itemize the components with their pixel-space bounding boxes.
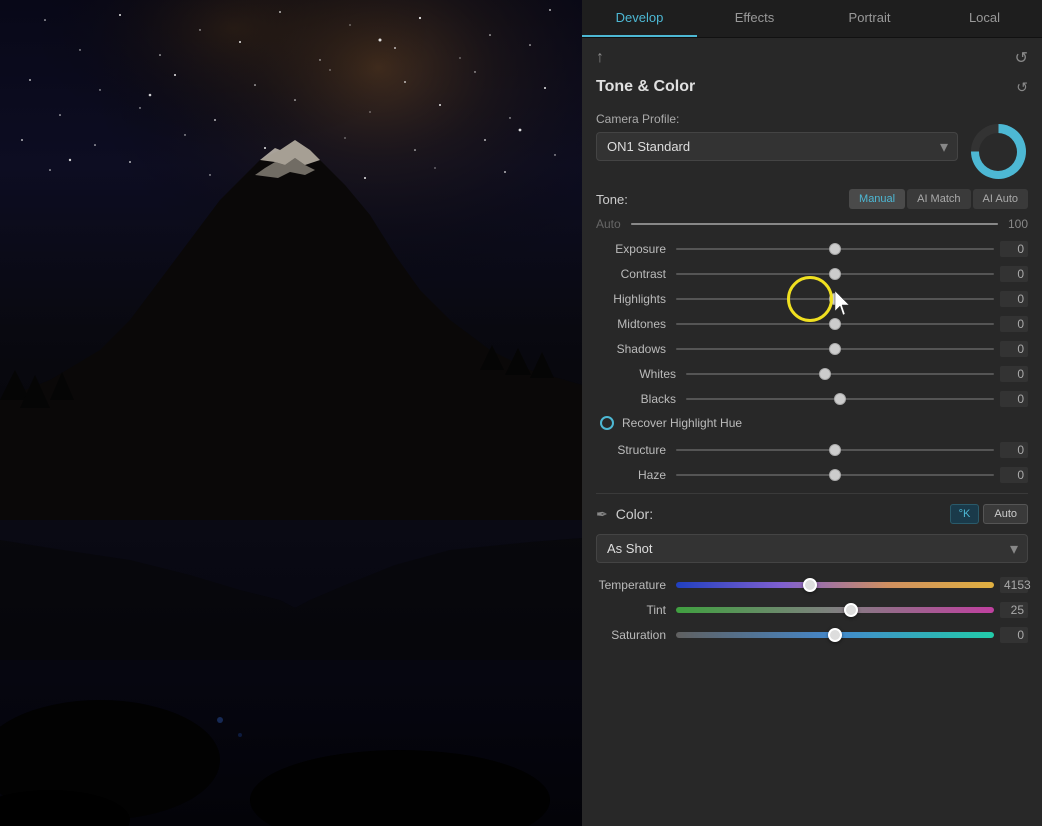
highlights-slider[interactable] — [676, 298, 994, 300]
tint-slider[interactable] — [676, 607, 994, 613]
kelvin-button[interactable]: °K — [950, 504, 980, 524]
camera-profile-area: Camera Profile: ON1 Standard ▾ — [596, 108, 1028, 179]
structure-value: 0 — [1000, 442, 1028, 458]
saturation-label: Saturation — [596, 628, 676, 642]
shadows-slider[interactable] — [676, 348, 994, 350]
tone-color-section-header: Tone & Color ↺ — [596, 78, 1028, 96]
tab-develop[interactable]: Develop — [582, 0, 697, 37]
auto-label: Auto — [596, 217, 621, 231]
tab-bar: Develop Effects Portrait Local — [582, 0, 1042, 38]
highlights-slider-row: Highlights 0 — [596, 291, 1028, 307]
blacks-slider[interactable] — [686, 398, 994, 400]
contrast-label: Contrast — [596, 267, 676, 281]
tab-local[interactable]: Local — [927, 0, 1042, 37]
temperature-slider-row: Temperature 4153 — [596, 577, 1028, 593]
whites-slider[interactable] — [686, 373, 994, 375]
tone-label: Tone: — [596, 192, 628, 207]
panel-toolbar: ↑ ↺ — [582, 38, 1042, 78]
color-title: Color: — [616, 506, 653, 522]
color-title-area: ✒ Color: — [596, 506, 653, 523]
color-preset-select-wrapper: As Shot ▾ — [596, 534, 1028, 563]
midtones-value: 0 — [1000, 316, 1028, 332]
section-divider — [596, 493, 1028, 494]
midtones-slider-row: Midtones 0 — [596, 316, 1028, 332]
auto-row: Auto 100 — [596, 217, 1028, 231]
temperature-slider[interactable] — [676, 582, 994, 588]
recover-checkbox[interactable] — [600, 416, 614, 430]
exposure-slider-row: Exposure 0 — [596, 241, 1028, 257]
temperature-value: 4153 — [1000, 577, 1028, 593]
tint-value: 25 — [1000, 602, 1028, 618]
camera-profile-select[interactable]: ON1 Standard — [596, 132, 958, 161]
highlights-label: Highlights — [596, 292, 676, 306]
tone-buttons: Manual AI Match AI Auto — [849, 189, 1028, 209]
panel-content[interactable]: Tone & Color ↺ Camera Profile: ON1 Stand… — [582, 78, 1042, 826]
contrast-slider[interactable] — [676, 273, 994, 275]
saturation-slider[interactable] — [676, 632, 994, 638]
shadows-label: Shadows — [596, 342, 676, 356]
export-icon[interactable]: ↑ — [596, 49, 604, 67]
whites-value: 0 — [1000, 366, 1028, 382]
temperature-label: Temperature — [596, 578, 676, 592]
contrast-slider-row: Contrast 0 — [596, 266, 1028, 282]
image-panel — [0, 0, 582, 826]
shadows-slider-row: Shadows 0 — [596, 341, 1028, 357]
auto-slider-track[interactable] — [631, 223, 998, 225]
profile-dial-inner — [979, 133, 1017, 171]
shadows-value: 0 — [1000, 341, 1028, 357]
tab-effects[interactable]: Effects — [697, 0, 812, 37]
structure-label: Structure — [596, 443, 676, 457]
camera-profile-label: Camera Profile: — [596, 112, 958, 126]
exposure-slider[interactable] — [676, 248, 994, 250]
blacks-value: 0 — [1000, 391, 1028, 407]
color-preset-select[interactable]: As Shot — [596, 534, 1028, 563]
tint-label: Tint — [596, 603, 676, 617]
tint-slider-row: Tint 25 — [596, 602, 1028, 618]
saturation-slider-row: Saturation 0 — [596, 627, 1028, 643]
right-panel: Develop Effects Portrait Local ↑ ↺ Tone … — [582, 0, 1042, 826]
tab-portrait[interactable]: Portrait — [812, 0, 927, 37]
tone-ai-match-button[interactable]: AI Match — [907, 189, 970, 209]
haze-slider-row: Haze 0 — [596, 467, 1028, 483]
whites-label: Whites — [606, 367, 686, 381]
recover-highlight-hue-row: Recover Highlight Hue — [596, 416, 1028, 430]
exposure-label: Exposure — [596, 242, 676, 256]
haze-value: 0 — [1000, 467, 1028, 483]
haze-slider[interactable] — [676, 474, 994, 476]
structure-slider[interactable] — [676, 449, 994, 451]
tone-color-title: Tone & Color — [596, 78, 695, 96]
color-section-header: ✒ Color: °K Auto — [596, 504, 1028, 524]
tone-color-reset-icon[interactable]: ↺ — [1016, 79, 1028, 96]
color-auto-button[interactable]: Auto — [983, 504, 1028, 524]
blacks-slider-row: Blacks 0 — [596, 391, 1028, 407]
structure-slider-row: Structure 0 — [596, 442, 1028, 458]
reset-all-icon[interactable]: ↺ — [1015, 48, 1028, 68]
blacks-label: Blacks — [606, 392, 686, 406]
whites-slider-row: Whites 0 — [596, 366, 1028, 382]
tone-ai-auto-button[interactable]: AI Auto — [973, 189, 1028, 209]
saturation-value: 0 — [1000, 627, 1028, 643]
color-buttons: °K Auto — [950, 504, 1028, 524]
profile-dial — [971, 124, 1026, 179]
auto-value: 100 — [1008, 217, 1028, 231]
haze-label: Haze — [596, 468, 676, 482]
camera-profile-select-wrapper: ON1 Standard ▾ — [596, 132, 958, 161]
tone-row: Tone: Manual AI Match AI Auto — [596, 189, 1028, 209]
tone-manual-button[interactable]: Manual — [849, 189, 905, 209]
midtones-label: Midtones — [596, 317, 676, 331]
exposure-value: 0 — [1000, 241, 1028, 257]
eyedropper-icon[interactable]: ✒ — [596, 506, 608, 523]
highlights-value: 0 — [1000, 291, 1028, 307]
midtones-slider[interactable] — [676, 323, 994, 325]
contrast-value: 0 — [1000, 266, 1028, 282]
recover-highlight-hue-label: Recover Highlight Hue — [622, 416, 742, 430]
